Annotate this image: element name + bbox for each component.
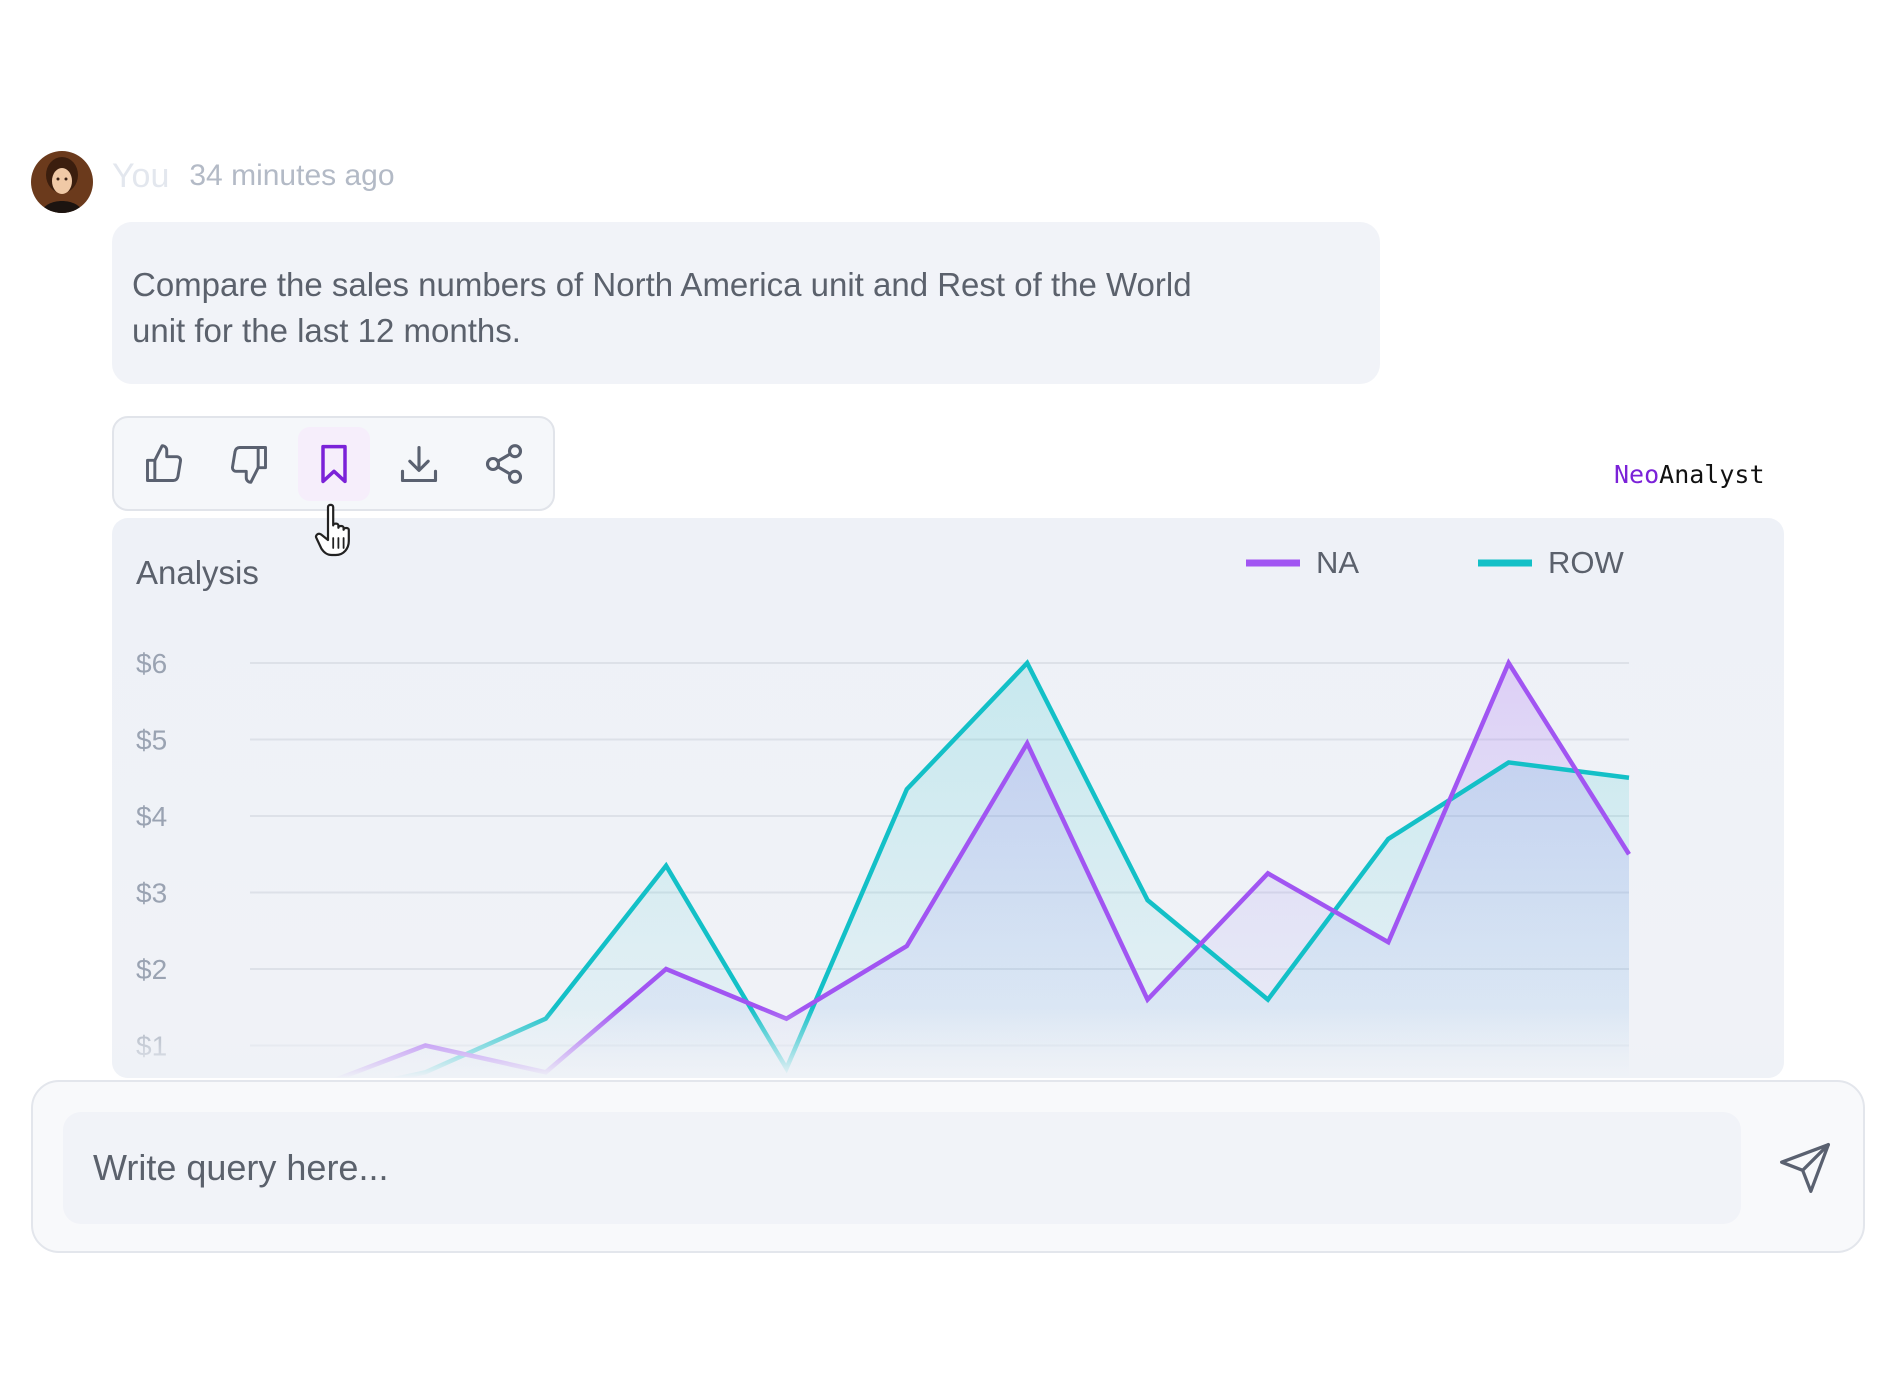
thumbs-up-button[interactable]	[128, 427, 200, 501]
user-name: You	[112, 156, 170, 195]
bookmark-button[interactable]	[298, 426, 370, 501]
avatar	[31, 151, 93, 213]
y-tick-label: $6	[136, 648, 167, 679]
legend-label: ROW	[1548, 545, 1625, 580]
share-icon	[485, 443, 523, 484]
send-button[interactable]	[1773, 1136, 1837, 1200]
y-tick-label: $2	[136, 954, 167, 985]
query-text-line-1: Compare the sales numbers of North Ameri…	[132, 266, 1192, 303]
hand-cursor-icon	[314, 503, 350, 557]
y-tick-label: $3	[136, 878, 167, 909]
download-icon	[400, 445, 438, 482]
chart-title: Analysis	[136, 554, 259, 591]
analysis-chart: Analysis $6$5$4$3$2$1 NAROW	[112, 545, 1784, 1078]
analysis-chart-card: Analysis $6$5$4$3$2$1 NAROW	[112, 518, 1784, 1078]
send-icon	[1780, 1143, 1830, 1193]
brand-logo-accent: Neo	[1614, 460, 1660, 489]
thumbs-down-button[interactable]	[213, 427, 285, 501]
response-action-toolbar	[112, 416, 555, 511]
message-timestamp: 34 minutes ago	[189, 159, 395, 192]
message-meta: You 34 minutes ago	[112, 156, 395, 196]
bookmark-icon	[321, 444, 347, 483]
y-tick-label: $5	[136, 725, 167, 756]
share-button[interactable]	[468, 427, 540, 501]
thumbs-down-icon	[231, 445, 267, 484]
download-button[interactable]	[383, 427, 455, 501]
brand-logo: NeoAnalyst	[1614, 460, 1765, 489]
chart-bottom-fade	[112, 1008, 1784, 1078]
legend-label: NA	[1316, 545, 1359, 580]
legend-item-na: NA	[1246, 545, 1359, 580]
query-text-line-2: unit for the last 12 months.	[132, 312, 521, 349]
query-composer	[31, 1080, 1865, 1253]
y-tick-label: $4	[136, 801, 167, 832]
user-query-bubble: Compare the sales numbers of North Ameri…	[112, 222, 1380, 384]
thumbs-up-icon	[146, 443, 182, 482]
query-input[interactable]	[63, 1112, 1741, 1224]
legend-item-row: ROW	[1478, 545, 1625, 580]
brand-logo-rest: Analyst	[1659, 460, 1765, 489]
